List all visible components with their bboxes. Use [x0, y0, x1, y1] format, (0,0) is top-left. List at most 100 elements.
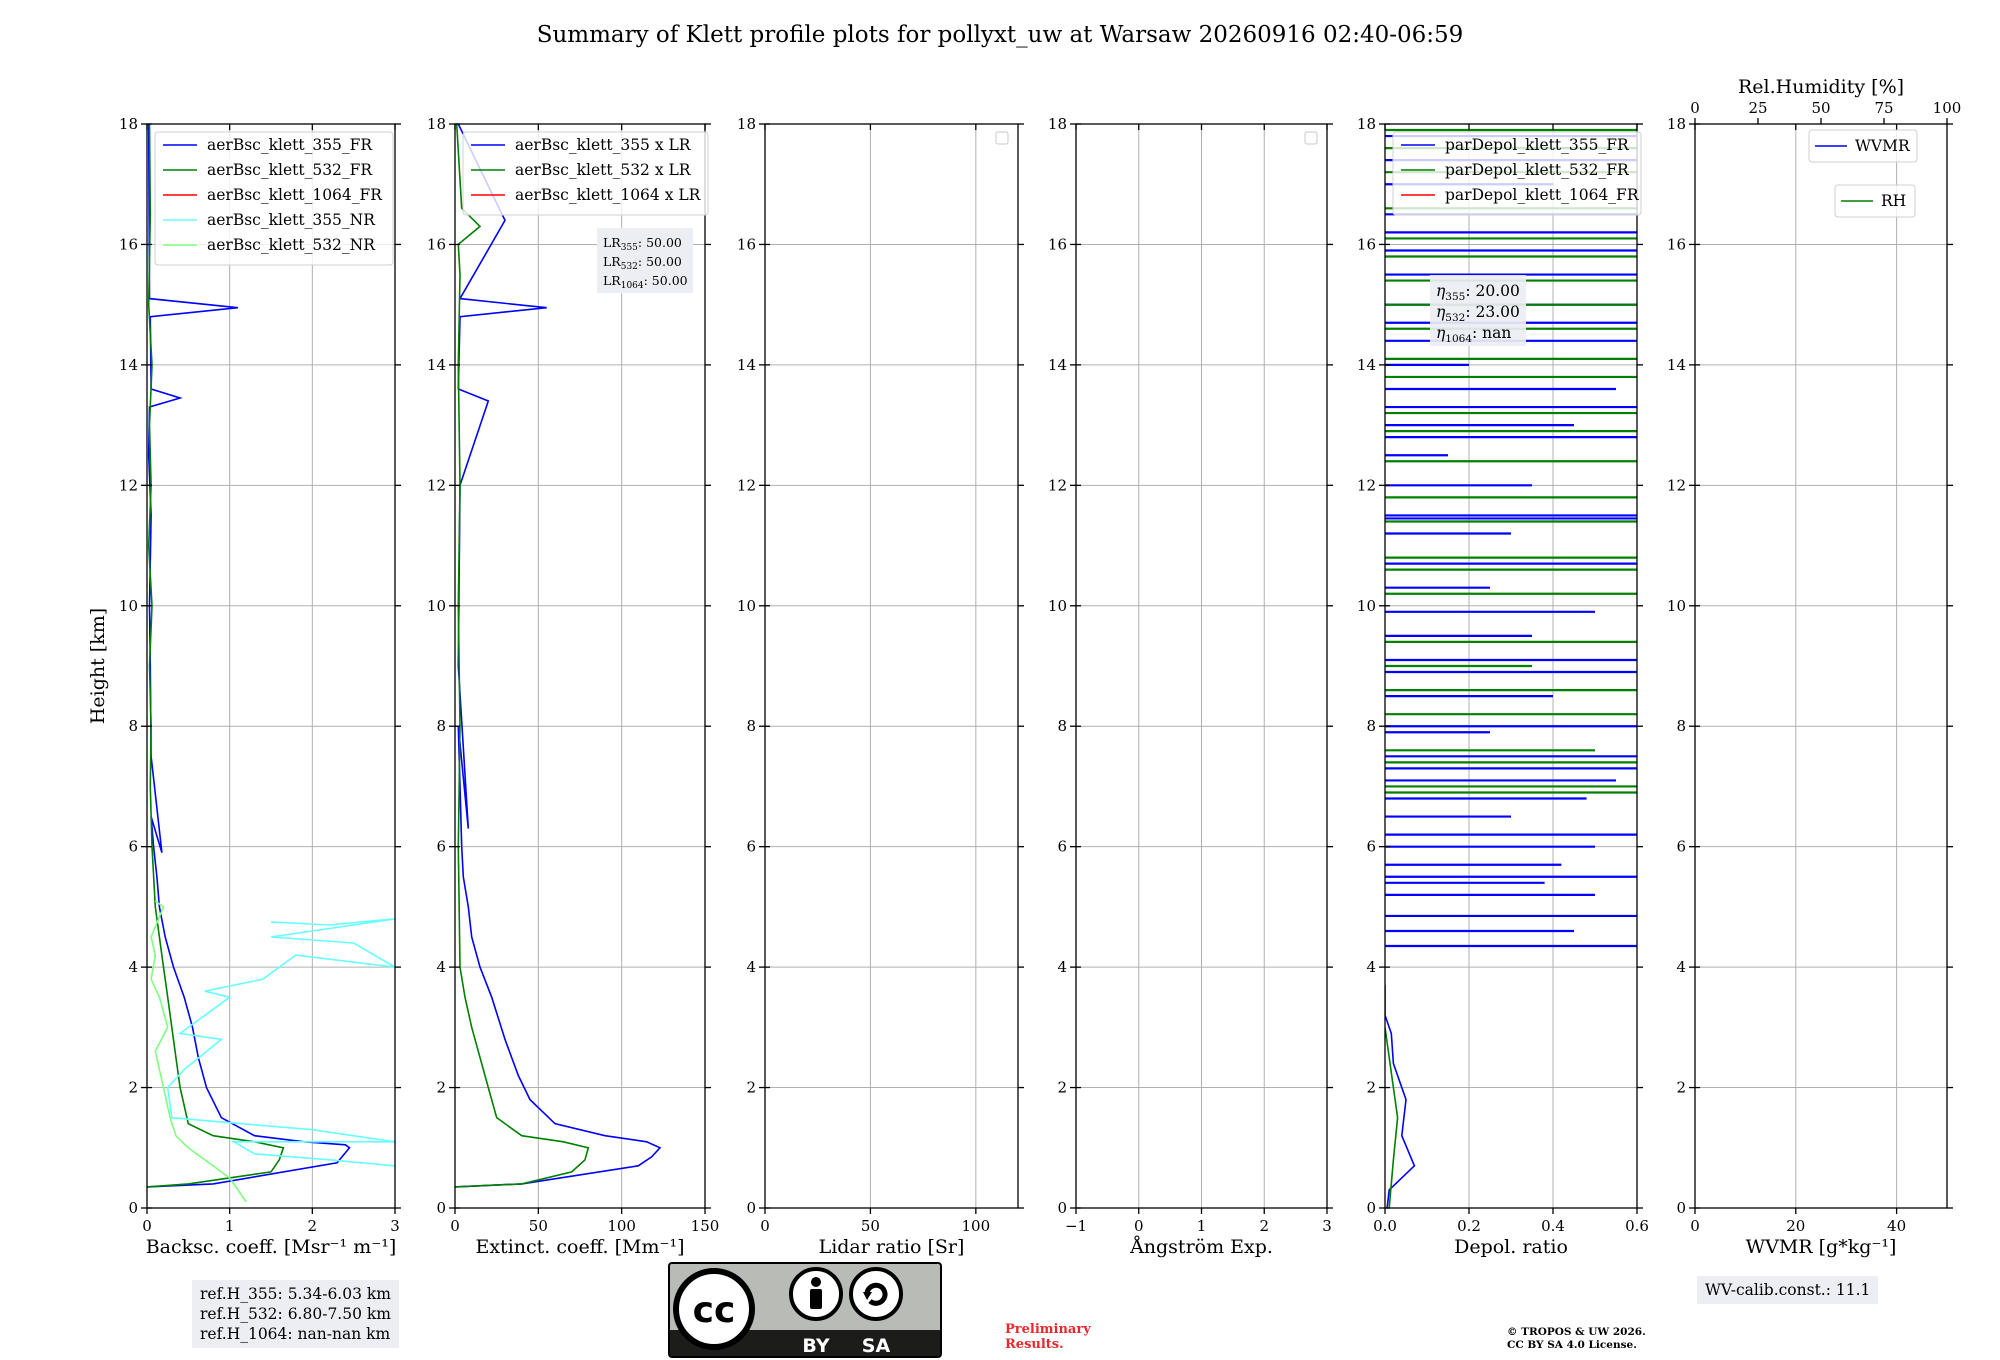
copyright-line-2: CC BY SA 4.0 License. [1507, 1339, 1637, 1351]
y-tick-label: 10 [1048, 597, 1067, 615]
panel-angstrom [1070, 123, 1333, 1214]
y-tick-label: 14 [1667, 356, 1686, 374]
refh-355: ref.H_355: 5.34-6.03 km [200, 1285, 391, 1303]
legend-label: aerBsc_klett_355_NR [207, 211, 376, 229]
y-tick-label: 8 [128, 717, 138, 735]
share-alike-icon [849, 1267, 903, 1321]
y-tick-label: 4 [1366, 958, 1376, 976]
x-tick-label: 100 [962, 1217, 991, 1235]
legend-label: aerBsc_klett_355_FR [207, 136, 373, 154]
x-top-tick-label: 75 [1874, 99, 1893, 117]
y-tick-label: 0 [746, 1199, 756, 1217]
y-tick-label: 12 [1357, 476, 1376, 494]
empty-legend-box [995, 131, 1009, 145]
panel-lidar-ratio [759, 123, 1024, 1214]
y-tick-label: 4 [1676, 958, 1686, 976]
y-tick-label: 12 [737, 476, 756, 494]
x-tick-label: 2 [308, 1217, 318, 1235]
y-tick-label: 12 [1667, 476, 1686, 494]
x-tick-label: 100 [607, 1217, 636, 1235]
x-top-tick-label: 0 [1690, 99, 1700, 117]
y-tick-label: 14 [1048, 356, 1067, 374]
y-tick-label: 16 [1357, 235, 1376, 253]
y-tick-label: 12 [427, 476, 446, 494]
y-tick-label: 6 [1366, 838, 1376, 856]
legend-label: parDepol_klett_355_FR [1445, 136, 1630, 154]
legend-label: aerBsc_klett_532_FR [207, 161, 373, 179]
legend-label: RH [1881, 192, 1906, 210]
y-tick-label: 4 [436, 958, 446, 976]
series-line-aerBsc_klett_532_NR [150, 900, 247, 1203]
y-tick-label: 4 [1057, 958, 1067, 976]
wv-calibration-box: WV-calib.const.: 11.1 [1697, 1276, 1879, 1304]
y-tick-label: 6 [1676, 838, 1686, 856]
y-axis-label: Height [km] [87, 608, 109, 724]
x-top-axis-label: Rel.Humidity [%] [1738, 76, 1904, 98]
x-tick-label: 0 [450, 1217, 460, 1235]
axes-frame [764, 123, 1019, 1209]
y-tick-label: 2 [746, 1079, 756, 1097]
legend-label: aerBsc_klett_1064 x LR [515, 186, 702, 204]
y-tick-label: 12 [1048, 476, 1067, 494]
legend-label: aerBsc_klett_1064_FR [207, 186, 383, 204]
x-tick-label: 1 [1197, 1217, 1207, 1235]
axes-frame [1694, 123, 1948, 1209]
x-tick-label: 0 [1134, 1217, 1144, 1235]
preliminary-line-2: Results. [1005, 1337, 1064, 1352]
y-tick-label: 2 [1676, 1079, 1686, 1097]
cc-sa-label: SA [862, 1335, 891, 1357]
x-tick-label: −1 [1065, 1217, 1087, 1235]
y-tick-label: 10 [1667, 597, 1686, 615]
legend-label: parDepol_klett_1064_FR [1445, 186, 1640, 204]
x-axis-label: Ångström Exp. [1129, 1236, 1273, 1258]
x-tick-label: 0 [142, 1217, 152, 1235]
y-tick-label: 8 [1676, 717, 1686, 735]
x-tick-label: 3 [1322, 1217, 1332, 1235]
panel-backscatter [141, 123, 401, 1214]
x-axis-label: WVMR [g*kg⁻¹] [1746, 1236, 1897, 1258]
legend-label: aerBsc_klett_355 x LR [515, 136, 692, 154]
y-tick-label: 16 [119, 235, 138, 253]
x-tick-label: 2 [1259, 1217, 1269, 1235]
reference-height-box: ref.H_355: 5.34-6.03 km ref.H_532: 6.80-… [192, 1280, 399, 1348]
y-tick-label: 16 [737, 235, 756, 253]
y-tick-label: 18 [427, 115, 446, 133]
panel-depolarization: η355: 20.00η532: 23.00η1064: nan [1379, 123, 1643, 1214]
figure-canvas: 0246810121416180 1 2 3Backsc. coeff. [Msr⁻¹… [87, 76, 1961, 1258]
y-tick-label: 18 [737, 115, 756, 133]
x-tick-label: 3 [390, 1217, 400, 1235]
y-tick-label: 16 [1667, 235, 1686, 253]
y-tick-label: 10 [119, 597, 138, 615]
x-axis-label: Backsc. coeff. [Msr⁻¹ m⁻¹] [146, 1236, 397, 1258]
y-tick-label: 18 [1048, 115, 1067, 133]
series-group [147, 124, 395, 1203]
y-tick-label: 14 [1357, 356, 1376, 374]
x-tick-label: 150 [691, 1217, 720, 1235]
y-tick-label: 4 [128, 958, 138, 976]
x-tick-label: 1 [225, 1217, 235, 1235]
x-tick-label: 50 [529, 1217, 548, 1235]
x-tick-label: 50 [861, 1217, 880, 1235]
axes-frame [146, 123, 396, 1209]
y-tick-label: 18 [1667, 115, 1686, 133]
y-tick-label: 0 [1676, 1199, 1686, 1217]
y-tick-label: 6 [1057, 838, 1067, 856]
y-tick-label: 16 [1048, 235, 1067, 253]
y-tick-label: 14 [427, 356, 446, 374]
y-tick-label: 10 [427, 597, 446, 615]
y-tick-label: 0 [1366, 1199, 1376, 1217]
y-tick-label: 8 [746, 717, 756, 735]
empty-legend-box [1304, 131, 1318, 145]
y-tick-label: 16 [427, 235, 446, 253]
preliminary-line-1: Preliminary [1005, 1322, 1091, 1337]
legend-label: WVMR [1855, 137, 1911, 155]
y-tick-label: 10 [737, 597, 756, 615]
refh-532: ref.H_532: 6.80-7.50 km [200, 1305, 391, 1323]
x-tick-label: 0 [760, 1217, 770, 1235]
y-tick-label: 6 [436, 838, 446, 856]
series-line-aerBsc_klett_532 x LR [455, 124, 590, 1188]
x-top-tick-label: 50 [1811, 99, 1830, 117]
x-tick-label: 0 [1690, 1217, 1700, 1235]
copyright-line-1: © TROPOS & UW 2026. [1507, 1326, 1646, 1338]
y-tick-label: 8 [436, 717, 446, 735]
